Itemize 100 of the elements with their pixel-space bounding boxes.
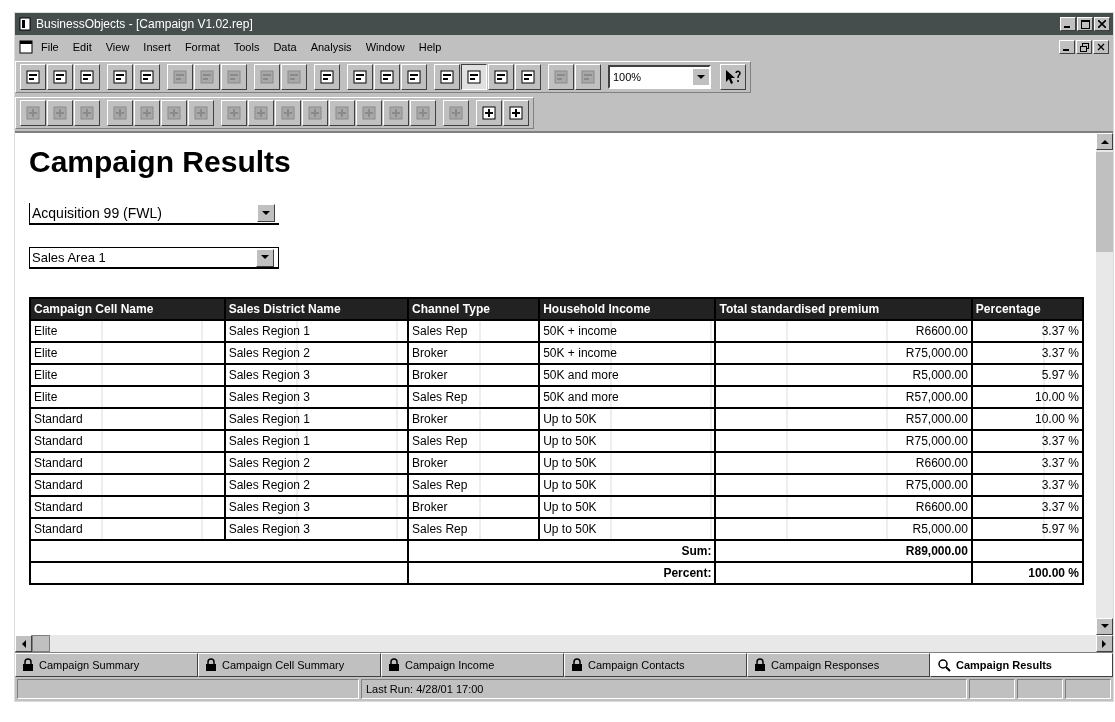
dropdown-button[interactable]	[256, 248, 274, 267]
table-cell: 50K + income	[539, 342, 716, 364]
menu-item[interactable]: Insert	[137, 39, 177, 55]
table-cell: Standard	[30, 408, 225, 430]
table-cell: Up to 50K	[539, 430, 716, 452]
scroll-thumb[interactable]	[1096, 152, 1113, 252]
menu-item[interactable]: Tools	[227, 39, 266, 55]
table-cell: Elite	[30, 386, 225, 408]
close-button[interactable]	[1093, 40, 1109, 54]
table-cell: R57,000.00	[715, 408, 972, 430]
status-panel	[1017, 679, 1063, 699]
table-cell: R5,000.00	[715, 518, 972, 540]
dropdown-button[interactable]	[257, 204, 275, 222]
table-cell: Up to 50K	[539, 496, 716, 518]
column-header: Sales District Name	[224, 298, 409, 320]
table-cell: Up to 50K	[539, 474, 716, 496]
dropdown-arrow-icon	[262, 210, 270, 216]
table-cell: Up to 50K	[539, 518, 716, 540]
magnifier-icon	[937, 658, 951, 672]
table-cell: Sales Region 2	[224, 342, 409, 364]
maximize-icon	[1080, 19, 1090, 29]
lock-icon	[754, 658, 766, 672]
restore-icon	[1079, 42, 1089, 52]
table-cell: Elite	[30, 364, 225, 386]
close-icon	[1097, 43, 1105, 51]
table-cell: Elite	[30, 320, 225, 342]
menu-item[interactable]: Edit	[66, 39, 98, 55]
column-header: Household Income	[539, 298, 716, 320]
close-icon	[1098, 20, 1106, 28]
menu-item[interactable]: Data	[267, 39, 303, 55]
table-cell: Standard	[30, 430, 225, 452]
table-cell: R6600.00	[715, 496, 972, 518]
lock-icon	[388, 658, 400, 672]
horizontal-scrollbar[interactable]	[15, 635, 1113, 652]
table-cell: Sales Region 1	[224, 320, 409, 342]
filter-dropdown[interactable]: Sales Area 1	[29, 247, 279, 269]
scroll-right-icon	[1102, 639, 1107, 648]
report-title: Campaign Results	[29, 145, 292, 179]
sum-label: Sum:	[408, 540, 716, 562]
lock-icon	[205, 658, 217, 672]
column-header: Campaign Cell Name	[30, 298, 225, 320]
report-tab[interactable]: Campaign Results	[930, 653, 1113, 677]
scroll-up-icon	[1100, 139, 1109, 144]
close-button[interactable]	[1094, 17, 1110, 31]
window-title: BusinessObjects - [Campaign V1.02.rep]	[36, 17, 253, 31]
table-cell: Up to 50K	[539, 452, 716, 474]
dropdown-arrow-icon	[261, 255, 269, 260]
filter-dropdown[interactable]: Acquisition 99 (FWL)	[29, 203, 279, 225]
minimize-button[interactable]	[1059, 40, 1075, 54]
report-tab[interactable]: Campaign Cell Summary	[198, 653, 381, 677]
table-cell: Sales Region 3	[224, 518, 409, 540]
menu-item[interactable]: Format	[178, 39, 226, 55]
toolbar-button[interactable]	[461, 64, 487, 90]
table-cell: Elite	[30, 342, 225, 364]
column-header: Percentage	[971, 298, 1083, 320]
table-cell: Standard	[30, 474, 225, 496]
table-cell: R6600.00	[715, 452, 972, 474]
table-cell: R57,000.00	[715, 386, 972, 408]
minimize-button[interactable]	[1060, 17, 1076, 31]
menu-item[interactable]: Analysis	[304, 39, 358, 55]
lock-icon	[571, 658, 583, 672]
table-cell: Sales Region 3	[224, 496, 409, 518]
status-panel	[1065, 679, 1111, 699]
table-cell: Sales Region 1	[224, 408, 409, 430]
app-icon	[18, 17, 32, 31]
percent-label: Percent:	[408, 562, 716, 584]
table-cell: R5,000.00	[715, 364, 972, 386]
table-cell: 50K + income	[539, 320, 716, 342]
table-cell: Standard	[30, 496, 225, 518]
vertical-scrollbar[interactable]	[1096, 133, 1113, 635]
zoom-dropdown[interactable]: 100%	[608, 65, 711, 89]
menu-item[interactable]: Help	[412, 39, 448, 55]
scroll-thumb[interactable]	[32, 635, 50, 652]
status-text: Last Run: 4/28/01 17:00	[361, 679, 967, 699]
scroll-down-icon	[1100, 624, 1109, 629]
scroll-left-icon	[21, 639, 26, 648]
column-header: Channel Type	[408, 298, 540, 320]
document-icon	[19, 40, 33, 54]
table-cell: R6600.00	[715, 320, 972, 342]
report-tab[interactable]: Campaign Contacts	[564, 653, 747, 677]
report-tab[interactable]: Campaign Summary	[15, 653, 198, 677]
table-cell: R75,000.00	[715, 342, 972, 364]
menu-item[interactable]: File	[35, 39, 65, 55]
restore-button[interactable]	[1076, 40, 1092, 54]
table-cell: Standard	[30, 518, 225, 540]
menu-item[interactable]: View	[99, 39, 136, 55]
table-cell: Sales Region 2	[224, 452, 409, 474]
table-cell: Sales Region 3	[224, 364, 409, 386]
table-cell: 50K and more	[539, 386, 716, 408]
menu-item[interactable]: Window	[359, 39, 411, 55]
lock-icon	[22, 658, 34, 672]
table-cell: R75,000.00	[715, 430, 972, 452]
maximize-button[interactable]	[1077, 17, 1093, 31]
report-tab[interactable]: Campaign Income	[381, 653, 564, 677]
help-pointer-icon	[724, 69, 742, 85]
report-tab[interactable]: Campaign Responses	[747, 653, 930, 677]
table-cell: Standard	[30, 452, 225, 474]
table-cell: R75,000.00	[715, 474, 972, 496]
column-header: Total standardised premium	[715, 298, 972, 320]
table-cell: Sales Region 3	[224, 386, 409, 408]
